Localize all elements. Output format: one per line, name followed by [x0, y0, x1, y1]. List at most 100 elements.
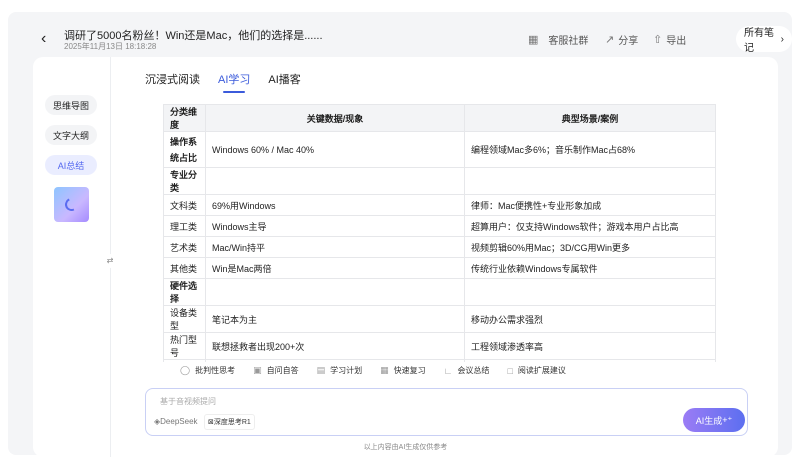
- tool-reading-suggestions[interactable]: □ 阅读扩展建议: [507, 365, 565, 376]
- table-cell: 传统行业依赖Windows专属软件: [463, 257, 716, 279]
- loading-spinner-icon: [63, 196, 80, 213]
- quick-tools: ◯ 批判性思考 ▣ 自问自答 ▤ 学习计划 ▦ 快速复习 ∟ 会议总结 □ 阅读扩展建议: [180, 365, 566, 376]
- table-cell: 理工类: [163, 215, 206, 237]
- disclaimer: 以上内容由AI生成仅供参考: [363, 444, 448, 451]
- grid-icon: ▦: [528, 34, 539, 46]
- summary-thumbnail[interactable]: [54, 187, 89, 222]
- column-header: 分类维度: [163, 104, 206, 132]
- share-icon: ↗: [605, 34, 615, 46]
- table-row: 性能跨度CPU差35倍/显卡差100倍顶配i9-13900KS+RTX4090 …: [163, 359, 716, 362]
- tool-label: 阅读扩展建议: [517, 366, 566, 375]
- model-selector[interactable]: ◈DeepSeek: [154, 417, 198, 426]
- qa-icon: ▣: [253, 365, 262, 375]
- table-cell: 笔记本为主: [204, 305, 465, 333]
- app-window: ‹ 调研了5000名粉丝！Win还是Mac，他们的选择是...... 2025年…: [8, 12, 792, 457]
- summary-table: 分类维度 关键数据/现象 典型场景/案例 操作系统占比 Windows 60% /…: [163, 104, 716, 362]
- share-button[interactable]: ↗ 分享: [605, 32, 638, 47]
- tool-label: 快速复习: [393, 366, 426, 375]
- table-cell: 超算用户：仅支持Windows软件；游戏本用户占比高: [463, 215, 716, 237]
- tool-label: 批判性思考: [195, 366, 236, 375]
- table-cell: 硬件选择: [163, 278, 206, 306]
- sparkle-icon: +⁺: [722, 414, 733, 425]
- chevron-right-icon: ›: [777, 33, 784, 45]
- review-icon: ▦: [380, 365, 389, 375]
- table-row: 其他类 Win是Mac两倍 传统行业依赖Windows专属软件: [163, 257, 716, 279]
- tool-meeting-summary[interactable]: ∟ 会议总结: [444, 365, 490, 376]
- input-placeholder: 基于音视频提问: [160, 397, 216, 406]
- tab-immersive-reading[interactable]: 沉浸式阅读: [145, 71, 200, 87]
- sidebar-item-mindmap[interactable]: 思维导图: [45, 95, 97, 115]
- table-cell: 文科类: [163, 194, 206, 216]
- table-cell: 律师：Mac便携性+专业形象加成: [463, 194, 716, 216]
- all-notes-button[interactable]: 所有笔记 ›: [736, 26, 792, 54]
- community-button[interactable]: ▦ 客服社群: [528, 32, 588, 47]
- table-cell: 专业分类: [163, 167, 206, 195]
- all-notes-label: 所有笔记: [744, 28, 774, 54]
- sidebar-item-ai-summary[interactable]: AI总结: [45, 155, 97, 175]
- table-cell: 视频剪辑60%用Mac；3D/CG用Win更多: [463, 236, 716, 258]
- table-cell: [463, 278, 716, 306]
- table-cell: Mac/Win持平: [204, 236, 465, 258]
- tool-label: 学习计划: [330, 366, 363, 375]
- table-cell: CPU差35倍/显卡差100倍: [204, 359, 465, 362]
- table-cell: [204, 278, 465, 306]
- tool-study-plan[interactable]: ▤ 学习计划: [317, 365, 363, 376]
- table-cell: 艺术类: [163, 236, 206, 258]
- bulb-icon: ◯: [180, 365, 191, 375]
- plan-icon: ▤: [316, 365, 326, 375]
- tab-bar: 沉浸式阅读 AI学习 AI播客: [145, 71, 301, 93]
- table-cell: 69%用Windows: [204, 194, 465, 216]
- table-row: 文科类 69%用Windows 律师：Mac便携性+专业形象加成: [163, 194, 716, 216]
- tool-quick-review[interactable]: ▦ 快速复习: [380, 365, 426, 376]
- book-icon: □: [507, 365, 513, 376]
- table-cell: 编程领域Mac多6%；音乐制作Mac占68%: [463, 131, 716, 168]
- deep-think-toggle[interactable]: ⊠深度思考R1: [204, 414, 255, 430]
- main-card: 思维导图 文字大纲 AI总结 ⇄ 沉浸式阅读 AI学习 AI播客 分类维度 关键…: [33, 57, 778, 457]
- note-date: 2025年11月13日 18:18:28: [64, 42, 157, 51]
- tool-label: 自问自答: [266, 366, 299, 375]
- table-cell: 设备类型: [163, 305, 206, 333]
- community-label: 客服社群: [548, 36, 589, 47]
- table-cell: Win是Mac两倍: [204, 257, 465, 279]
- resize-handle-icon[interactable]: ⇄: [103, 254, 117, 268]
- tool-critical-thinking[interactable]: ◯ 批判性思考: [180, 365, 235, 376]
- column-header: 典型场景/案例: [463, 104, 716, 132]
- sidebar: 思维导图 文字大纲 AI总结: [33, 57, 110, 457]
- table-row: 操作系统占比 Windows 60% / Mac 40% 编程领域Mac多6%；音乐…: [163, 131, 716, 168]
- table-cell: Windows 60% / Mac 40%: [204, 131, 465, 168]
- export-icon: ⇧: [653, 34, 663, 46]
- back-button[interactable]: ‹: [41, 30, 46, 48]
- model-label: DeepSeek: [160, 417, 198, 426]
- table-cell: [204, 167, 465, 195]
- table-cell: 顶配i9-13900KS+RTX4090 vs 超算租用（5元/核时）: [463, 359, 716, 362]
- ai-generate-button[interactable]: AI生成 +⁺: [683, 408, 745, 432]
- table-row: 硬件选择: [163, 278, 716, 306]
- generate-label: AI生成: [695, 415, 723, 426]
- sidebar-item-outline[interactable]: 文字大纲: [45, 125, 97, 145]
- table-cell: [463, 167, 716, 195]
- question-input[interactable]: 基于音视频提问 ◈DeepSeek ⊠深度思考R1 AI生成 +⁺: [145, 388, 748, 436]
- table-cell: 联想拯救者出现200+次: [204, 332, 465, 360]
- tool-label: 会议总结: [457, 366, 490, 375]
- deep-think-label: 深度思考R1: [213, 419, 251, 426]
- table-cell: Windows主导: [204, 215, 465, 237]
- tab-ai-podcast[interactable]: AI播客: [268, 71, 300, 87]
- table-cell: 其他类: [163, 257, 206, 279]
- table-cell: 性能跨度: [163, 359, 206, 362]
- column-header: 关键数据/现象: [204, 104, 465, 132]
- tab-ai-learning[interactable]: AI学习: [218, 71, 250, 93]
- export-label: 导出: [666, 36, 687, 47]
- table-row: 艺术类 Mac/Win持平 视频剪辑60%用Mac；3D/CG用Win更多: [163, 236, 716, 258]
- table-cell: 工程领域渗透率高: [463, 332, 716, 360]
- table-cell: 热门型号: [163, 332, 206, 360]
- export-button[interactable]: ⇧ 导出: [653, 32, 686, 47]
- table-cell: 移动办公需求强烈: [463, 305, 716, 333]
- table-row: 设备类型 笔记本为主 移动办公需求强烈: [163, 305, 716, 333]
- share-label: 分享: [618, 36, 639, 47]
- table-row: 理工类 Windows主导 超算用户：仅支持Windows软件；游戏本用户占比高: [163, 215, 716, 237]
- tool-self-qa[interactable]: ▣ 自问自答: [253, 365, 299, 376]
- table-cell: 操作系统占比: [163, 131, 206, 168]
- chart-icon: ∟: [443, 365, 453, 376]
- table-row: 专业分类: [163, 167, 716, 195]
- table-row: 热门型号 联想拯救者出现200+次 工程领域渗透率高: [163, 332, 716, 360]
